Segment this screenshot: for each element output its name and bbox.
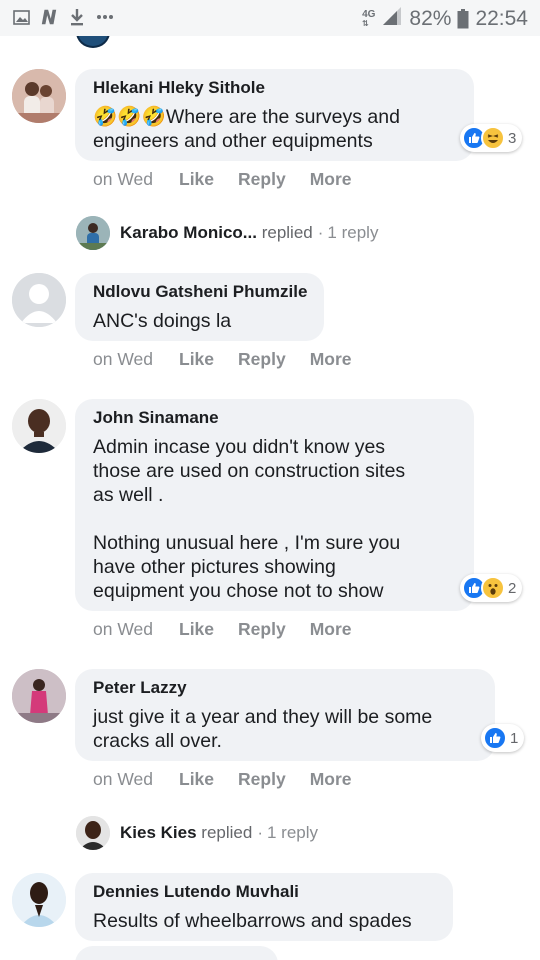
like-reaction-icon	[483, 726, 507, 750]
more-button[interactable]: More	[310, 349, 352, 370]
separator: ·	[317, 223, 324, 242]
comment-author[interactable]: Dennies Lutendo Muvhali	[93, 882, 299, 902]
comment-author[interactable]: Peter Lazzy	[93, 678, 187, 698]
comment-line: cracks all over.	[93, 730, 222, 752]
avatar[interactable]	[12, 873, 66, 927]
comment-bubble[interactable]: Ndlovu Gatsheni Phumzile ANC's doings la	[75, 273, 324, 341]
comment-line: Admin incase you didn't know yes	[93, 436, 386, 458]
reaction-count: 2	[508, 579, 517, 597]
battery-icon	[457, 9, 469, 29]
reply-avatar[interactable]	[76, 216, 110, 250]
reply-count[interactable]: 1 reply	[327, 223, 378, 243]
status-bar: 4G ⇅ 82% 22:54	[0, 0, 540, 36]
battery-percent: 82%	[409, 7, 452, 30]
reaction-count: 1	[510, 729, 519, 747]
comment-line: just give it a year and they will be som…	[93, 706, 433, 728]
next-comment-bubble[interactable]	[75, 946, 278, 960]
reply-avatar[interactable]	[76, 816, 110, 850]
more-button[interactable]: More	[310, 169, 352, 190]
comment-line: Nothing unusual here , I'm sure you	[93, 532, 401, 554]
comment-line: Results of wheelbarrows and spades	[93, 910, 412, 932]
separator: ·	[257, 823, 263, 842]
comment-time[interactable]: on Wed	[93, 619, 153, 640]
comment-bubble[interactable]: Peter Lazzy just give it a year and they…	[75, 669, 495, 761]
reply-verb: replied	[261, 223, 313, 242]
reply-author[interactable]: Kies Kies	[120, 823, 197, 843]
comment-line: 🤣🤣🤣Where are the surveys and	[93, 106, 400, 128]
replies-link[interactable]: Kies Kies replied · 1 reply	[120, 823, 318, 843]
reply-button[interactable]: Reply	[238, 169, 286, 190]
clock: 22:54	[475, 7, 528, 30]
more-dots-icon	[96, 8, 114, 26]
comment-actions: on Wed Like Reply More	[93, 769, 376, 790]
comment-actions: on Wed Like Reply More	[93, 349, 376, 370]
comment-author[interactable]: Hlekani Hleky Sithole	[93, 78, 265, 98]
more-button[interactable]: More	[310, 769, 352, 790]
reply-button[interactable]: Reply	[238, 769, 286, 790]
comment-time[interactable]: on Wed	[93, 169, 153, 190]
n-app-icon	[40, 8, 58, 26]
network-type: 4G ⇅	[362, 9, 376, 29]
comment-text: 🤣🤣🤣Where are the surveys and engineers a…	[93, 105, 400, 153]
comment-line: equipment you chose not to show	[93, 580, 384, 602]
comment-bubble[interactable]: John Sinamane Admin incase you didn't kn…	[75, 399, 474, 611]
comment-actions: on Wed Like Reply More	[93, 619, 376, 640]
comment-line: as well .	[93, 484, 164, 506]
default-avatar[interactable]	[12, 273, 66, 327]
reaction-summary[interactable]: 2	[460, 574, 523, 602]
comment-author[interactable]: Ndlovu Gatsheni Phumzile	[93, 282, 307, 302]
comment-line: have other pictures showing	[93, 556, 336, 578]
replies-link[interactable]: Karabo Monico... replied · 1 reply	[120, 223, 378, 243]
comment-time[interactable]: on Wed	[93, 349, 153, 370]
like-button[interactable]: Like	[179, 169, 214, 190]
comment-time[interactable]: on Wed	[93, 769, 153, 790]
system-status: 4G ⇅ 82% 22:54	[362, 6, 528, 32]
like-button[interactable]: Like	[179, 619, 214, 640]
comment-text: ANC's doings la	[93, 309, 231, 333]
comment-text: Admin incase you didn't know yes those a…	[93, 435, 405, 603]
reply-author[interactable]: Karabo Monico...	[120, 223, 257, 243]
comment-text: just give it a year and they will be som…	[93, 705, 432, 753]
comment-thread[interactable]: Hlekani Hleky Sithole 🤣🤣🤣Where are the s…	[0, 36, 540, 960]
notification-icons	[12, 8, 114, 26]
comment-text: Results of wheelbarrows and spades	[93, 909, 412, 933]
reply-button[interactable]: Reply	[238, 619, 286, 640]
comment-actions: on Wed Like Reply More	[93, 169, 376, 190]
avatar[interactable]	[12, 669, 66, 723]
comment-bubble[interactable]: Dennies Lutendo Muvhali Results of wheel…	[75, 873, 453, 941]
comment-author[interactable]: John Sinamane	[93, 408, 219, 428]
reaction-summary[interactable]: 1	[481, 724, 525, 752]
reply-verb: replied	[201, 823, 253, 842]
reply-count[interactable]: 1 reply	[267, 823, 318, 843]
like-button[interactable]: Like	[179, 349, 214, 370]
comment-line: engineers and other equipments	[93, 130, 373, 152]
comment-bubble[interactable]: Hlekani Hleky Sithole 🤣🤣🤣Where are the s…	[75, 69, 474, 161]
wow-reaction-icon	[481, 576, 505, 600]
signal-icon	[381, 6, 403, 32]
reply-button[interactable]: Reply	[238, 349, 286, 370]
reaction-count: 3	[508, 129, 517, 147]
reaction-summary[interactable]: 3	[460, 124, 523, 152]
comment-line: those are used on construction sites	[93, 460, 406, 482]
image-icon	[12, 8, 30, 26]
more-button[interactable]: More	[310, 619, 352, 640]
download-icon	[68, 8, 86, 26]
previous-reply-avatar	[76, 36, 110, 48]
haha-reaction-icon	[481, 126, 505, 150]
avatar[interactable]	[12, 399, 66, 453]
avatar[interactable]	[12, 69, 66, 123]
like-button[interactable]: Like	[179, 769, 214, 790]
comment-line	[93, 507, 405, 531]
comment-line: ANC's doings la	[93, 310, 232, 332]
